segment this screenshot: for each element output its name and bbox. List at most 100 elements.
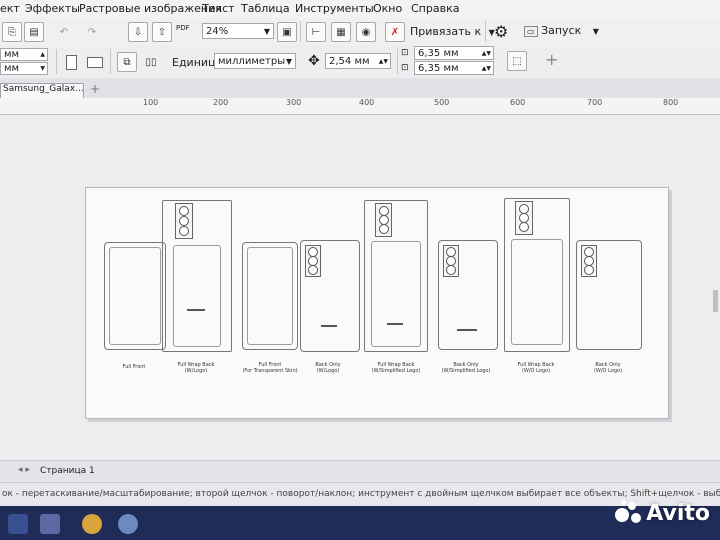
camera-lens xyxy=(584,265,594,275)
layout-full-front[interactable] xyxy=(104,242,166,350)
camera-module xyxy=(581,245,597,277)
zoom-field[interactable]: 24% ▼ xyxy=(202,23,274,39)
duplicate-y-field[interactable]: 6,35 мм ▲▼ xyxy=(414,61,494,75)
snap-to-dropdown[interactable]: Привязать к ▼ xyxy=(410,25,495,38)
menu-window[interactable]: Окно xyxy=(373,2,402,15)
simplified-logo-mark xyxy=(387,323,403,325)
spin-icon: ▼ xyxy=(40,65,45,72)
layout-full-front-transparent[interactable] xyxy=(242,242,298,350)
avito-logo-icon xyxy=(615,500,642,526)
layout-back-only-simplified[interactable] xyxy=(438,240,498,350)
menu-object[interactable]: ект xyxy=(0,2,20,15)
menu-help[interactable]: Справка xyxy=(411,2,459,15)
menu-table[interactable]: Таблица xyxy=(241,2,290,15)
publish-pdf-icon[interactable]: PDF xyxy=(176,24,190,32)
horizontal-ruler[interactable]: 100 200 300 400 500 600 700 800 xyxy=(0,98,720,115)
width-field[interactable]: мм ▲ xyxy=(0,48,48,61)
page-nav-arrows-icon[interactable]: ◂ ▸ xyxy=(18,465,30,475)
ruler-tick: 500 xyxy=(434,98,450,107)
all-pages-icon[interactable]: ⧉ xyxy=(117,52,137,72)
page-tab[interactable]: Страница 1 xyxy=(40,466,95,476)
undo-icon[interactable]: ↶ xyxy=(54,22,74,42)
camera-lens xyxy=(446,265,456,275)
menu-bitmaps[interactable]: Растровые изображения xyxy=(79,2,222,15)
nudge-field[interactable]: 2,54 мм ▲▼ xyxy=(325,53,391,69)
status-bar: ок - перетаскивание/масштабирование; вто… xyxy=(0,482,720,507)
current-page-icon[interactable]: ▯▯ xyxy=(141,52,161,72)
samsung-logo-mark xyxy=(187,309,205,311)
simplified-logo-mark xyxy=(457,329,477,331)
ruler-tick: 700 xyxy=(587,98,603,107)
plus-icon[interactable]: + xyxy=(545,50,558,69)
caption-back-only-simplified: Back Only (W/Simplified Logo) xyxy=(441,362,491,374)
layout-full-wrap-back-simplified[interactable] xyxy=(364,200,428,352)
snap-off-icon[interactable]: ✗ xyxy=(385,22,405,42)
new-tab-plus-icon[interactable]: + xyxy=(90,82,100,96)
chevron-down-icon: ▼ xyxy=(285,56,292,66)
export-icon[interactable]: ⇧ xyxy=(152,22,172,42)
height-field[interactable]: мм ▼ xyxy=(0,62,48,75)
caption-full-wrap-back-logo: Full Wrap Back (W/Logo) xyxy=(177,362,215,374)
start-icon[interactable] xyxy=(8,514,28,534)
units-value: миллиметры xyxy=(218,55,286,67)
caption-back-only-no-logo: Back Only (W/O Logo) xyxy=(593,362,623,374)
ruler-tick: 800 xyxy=(663,98,679,107)
coreldraw-icon[interactable] xyxy=(118,514,138,534)
portrait-icon[interactable] xyxy=(66,55,77,70)
camera-lens xyxy=(179,226,189,236)
import-icon[interactable]: ⇩ xyxy=(128,22,148,42)
spin-icon: ▲▼ xyxy=(481,64,491,72)
caption-full-wrap-back-simplified: Full Wrap Back (W/Simplified Logo) xyxy=(371,362,421,374)
layout-full-wrap-back-no-logo[interactable] xyxy=(504,198,570,352)
screen-outline xyxy=(109,247,161,345)
chevron-down-icon: ▼ xyxy=(592,27,599,36)
windows-taskbar xyxy=(0,506,720,540)
paste-icon[interactable]: ▤ xyxy=(24,22,44,42)
back-outline xyxy=(173,245,221,347)
gear-icon[interactable]: ⚙ xyxy=(494,22,508,41)
caption-full-front-transparent: Full Front (For Transparent Skin) xyxy=(242,362,298,374)
document-tab[interactable]: Samsung_Galax... xyxy=(0,83,84,98)
ruler-tick: 100 xyxy=(143,98,159,107)
browser-icon[interactable] xyxy=(82,514,102,534)
camera-module xyxy=(305,245,321,277)
caption-back-only-logo: Back Only (W/Logo) xyxy=(315,362,341,374)
camera-module xyxy=(443,245,459,277)
avito-wordmark: Avito xyxy=(646,500,710,526)
layout-back-only-no-logo[interactable] xyxy=(576,240,642,350)
spin-icon: ▲ xyxy=(40,51,45,58)
ruler-tick: 200 xyxy=(213,98,229,107)
landscape-icon[interactable] xyxy=(87,57,103,68)
menu-effects[interactable]: Эффекты xyxy=(25,2,80,15)
units-select[interactable]: миллиметры ▼ xyxy=(214,53,296,69)
bleed-icon[interactable]: ⬚ xyxy=(507,51,527,71)
nudge-icon: ✥ xyxy=(308,53,320,69)
status-hint: ок - перетаскивание/масштабирование; вто… xyxy=(2,489,720,499)
caption-full-wrap-back-no-logo: Full Wrap Back (W/O Logo) xyxy=(517,362,555,374)
document-page[interactable]: Full Front Full Wrap Back (W/Logo) Full F… xyxy=(85,187,669,419)
vertical-scrollbar-thumb[interactable] xyxy=(713,290,718,312)
menu-text[interactable]: Текст xyxy=(202,2,235,15)
redo-icon[interactable]: ↷ xyxy=(82,22,102,42)
camera-lens xyxy=(308,265,318,275)
copy-icon[interactable]: ⎘ xyxy=(2,22,22,42)
rulers-icon[interactable]: ⊢ xyxy=(306,22,326,42)
duplicate-x-icon: ⊡ xyxy=(401,48,409,58)
ruler-tick: 300 xyxy=(286,98,302,107)
menu-tools[interactable]: Инструменты xyxy=(295,2,374,15)
launch-icon: ▭ xyxy=(524,26,538,37)
document-tab-bar xyxy=(0,78,720,98)
camera-lens xyxy=(179,206,189,216)
guidelines-icon[interactable]: ◉ xyxy=(356,22,376,42)
toolbar-divider xyxy=(56,49,57,74)
grid-icon[interactable]: ▦ xyxy=(331,22,351,42)
toolbar-divider xyxy=(397,49,398,74)
back-outline xyxy=(511,239,563,345)
layout-full-wrap-back-logo[interactable] xyxy=(162,200,232,352)
full-screen-icon[interactable]: ▣ xyxy=(277,22,297,42)
layout-back-only-logo[interactable] xyxy=(300,240,360,352)
explorer-icon[interactable] xyxy=(40,514,60,534)
camera-lens xyxy=(379,224,389,234)
launch-dropdown[interactable]: ▭ Запуск ▼ xyxy=(524,24,599,37)
duplicate-x-field[interactable]: 6,35 мм ▲▼ xyxy=(414,46,494,60)
